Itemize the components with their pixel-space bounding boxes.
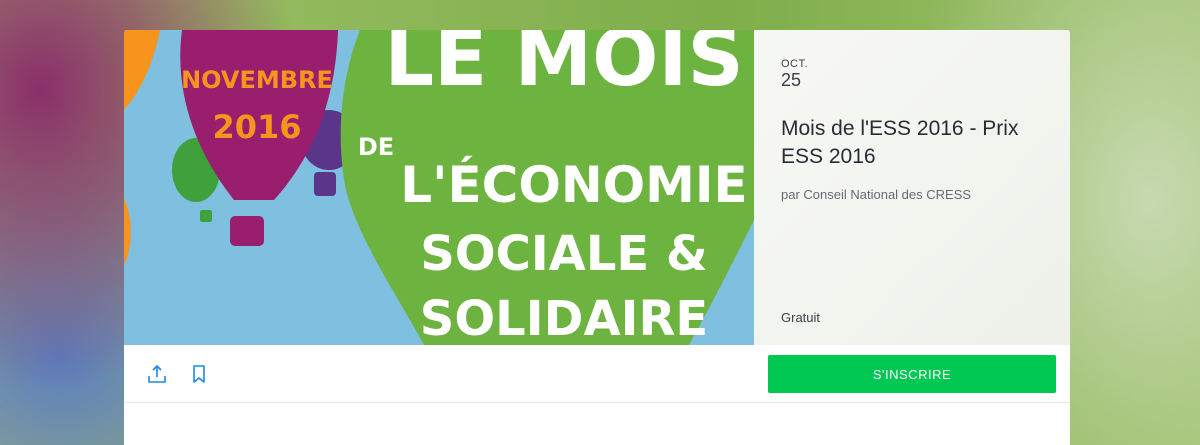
- event-organizer[interactable]: par Conseil National des CRESS: [781, 187, 1043, 202]
- event-date-month: OCT.: [781, 58, 809, 70]
- share-button[interactable]: [146, 363, 168, 385]
- register-button[interactable]: S'INSCRIRE: [768, 355, 1056, 393]
- bookmark-button[interactable]: [188, 363, 210, 385]
- event-card: NOVEMBRE 2016 LE MOIS DE L'ÉCONOMIE SOCI…: [124, 30, 1070, 445]
- event-banner-image[interactable]: NOVEMBRE 2016 LE MOIS DE L'ÉCONOMIE SOCI…: [124, 30, 754, 345]
- event-price: Gratuit: [781, 310, 821, 325]
- event-title[interactable]: Mois de l'ESS 2016 - Prix ESS 2016: [781, 115, 1043, 171]
- banner-month-text: NOVEMBRE: [181, 66, 333, 94]
- banner-headline-2: DE: [358, 133, 394, 161]
- event-action-bar: S'INSCRIRE: [124, 345, 1070, 403]
- banner-headline-5: SOLIDAIRE: [420, 291, 708, 345]
- banner-headline-1: LE MOIS: [384, 30, 743, 104]
- banner-headline-3: L'ÉCONOMIE: [400, 155, 747, 214]
- event-info-panel: OCT. 25 Mois de l'ESS 2016 - Prix ESS 20…: [754, 30, 1070, 345]
- banner-year-text: 2016: [212, 108, 301, 146]
- event-date-day: 25: [781, 70, 802, 90]
- banner-illustration: NOVEMBRE 2016 LE MOIS DE L'ÉCONOMIE SOCI…: [124, 30, 754, 345]
- banner-headline-4: SOCIALE &: [420, 226, 708, 282]
- share-icon: [148, 365, 166, 383]
- bookmark-icon: [193, 365, 205, 383]
